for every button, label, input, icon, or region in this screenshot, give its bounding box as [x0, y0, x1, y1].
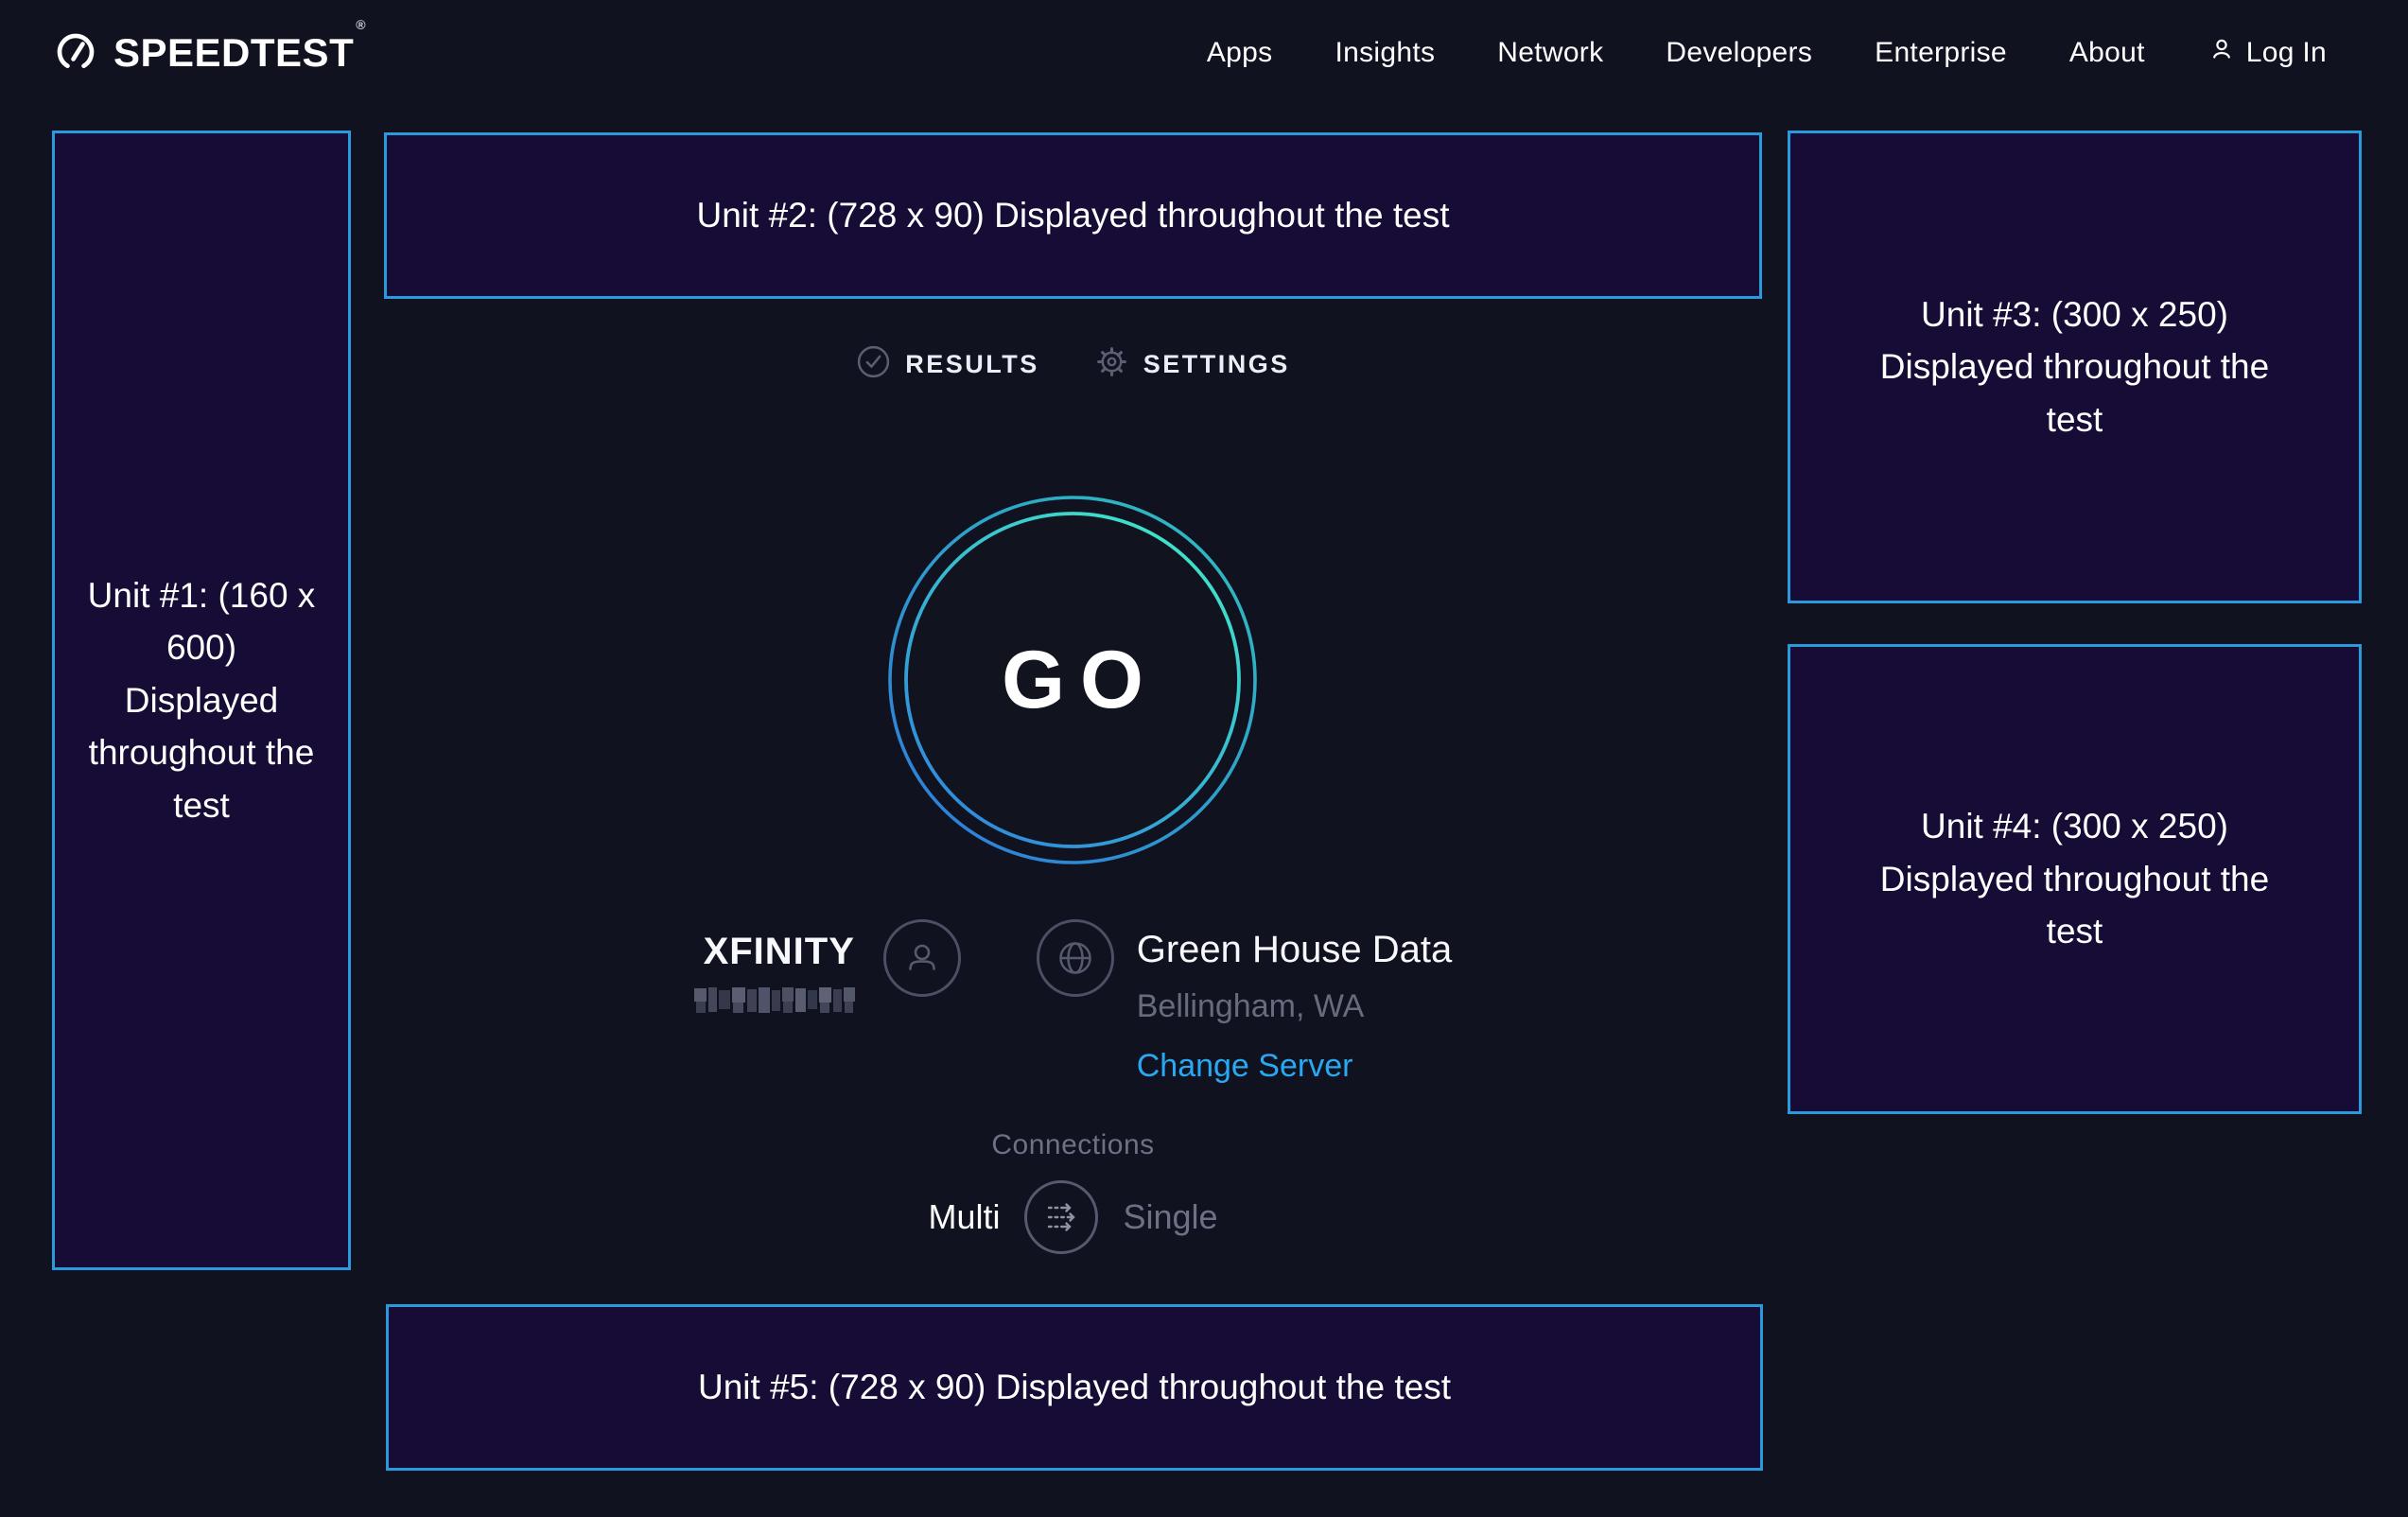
tab-bar: RESULTS SETTINGS [384, 337, 1762, 392]
gear-icon [1094, 344, 1129, 384]
go-button[interactable]: GO [887, 495, 1258, 865]
nav-item-network[interactable]: Network [1497, 37, 1603, 69]
change-server-link[interactable]: Change Server [1137, 1048, 1453, 1085]
connections-multi-option[interactable]: Multi [928, 1197, 1000, 1237]
logo-wordmark: SPEEDTEST® [113, 30, 364, 76]
user-icon [2207, 35, 2236, 71]
login-label: Log In [2246, 37, 2327, 69]
multi-arrows-icon[interactable] [1024, 1180, 1098, 1254]
server-block: Green House Data Bellingham, WA Change S… [1037, 919, 1453, 1085]
main-nav: Apps Insights Network Developers Enterpr… [1207, 35, 2327, 71]
ad-unit-5-label: Unit #5: (728 x 90) Displayed throughout… [698, 1361, 1451, 1414]
ad-unit-2-label: Unit #2: (728 x 90) Displayed throughout… [697, 189, 1450, 242]
tab-settings-label: SETTINGS [1143, 350, 1290, 379]
ad-unit-4-label: Unit #4: (300 x 250) Displayed throughou… [1877, 800, 2272, 958]
server-name: Green House Data [1137, 929, 1453, 971]
ad-unit-4[interactable]: Unit #4: (300 x 250) Displayed throughou… [1788, 644, 2362, 1114]
ad-unit-5[interactable]: Unit #5: (728 x 90) Displayed throughout… [386, 1304, 1763, 1471]
nav-item-apps[interactable]: Apps [1207, 37, 1273, 69]
server-location: Bellingham, WA [1137, 988, 1453, 1025]
isp-block: XFINITY [694, 919, 961, 1017]
test-meta-row: XFINITY [384, 919, 1762, 1085]
nav-item-enterprise[interactable]: Enterprise [1875, 37, 2007, 69]
speedometer-icon [53, 28, 98, 78]
ad-unit-3-label: Unit #3: (300 x 250) Displayed throughou… [1877, 288, 2272, 446]
speedtest-logo[interactable]: SPEEDTEST® [53, 28, 364, 78]
tab-results-label: RESULTS [905, 350, 1039, 379]
redacted-ip [694, 985, 863, 1017]
connections-single-option[interactable]: Single [1123, 1197, 1217, 1237]
isp-name: XFINITY [694, 931, 864, 973]
ad-unit-2[interactable]: Unit #2: (728 x 90) Displayed throughout… [384, 132, 1762, 299]
trademark-symbol: ® [356, 17, 366, 32]
globe-icon [1037, 919, 1114, 997]
nav-item-insights[interactable]: Insights [1335, 37, 1435, 69]
nav-item-developers[interactable]: Developers [1666, 37, 1812, 69]
login-button[interactable]: Log In [2207, 35, 2327, 71]
nav-item-about[interactable]: About [2069, 37, 2145, 69]
top-nav-bar: SPEEDTEST® Apps Insights Network Develop… [0, 0, 2408, 106]
user-icon [883, 919, 961, 997]
connections-section: Connections Multi Single [384, 1129, 1762, 1254]
ad-unit-1[interactable]: Unit #1: (160 x 600) Displayed throughou… [52, 131, 351, 1270]
ad-unit-3[interactable]: Unit #3: (300 x 250) Displayed throughou… [1788, 131, 2362, 603]
go-button-label: GO [887, 495, 1258, 865]
check-circle-icon [856, 344, 891, 384]
tab-settings[interactable]: SETTINGS [1094, 344, 1290, 384]
connections-label: Connections [384, 1129, 1762, 1161]
ad-unit-1-label: Unit #1: (160 x 600) Displayed throughou… [87, 569, 316, 832]
tab-results[interactable]: RESULTS [856, 344, 1039, 384]
